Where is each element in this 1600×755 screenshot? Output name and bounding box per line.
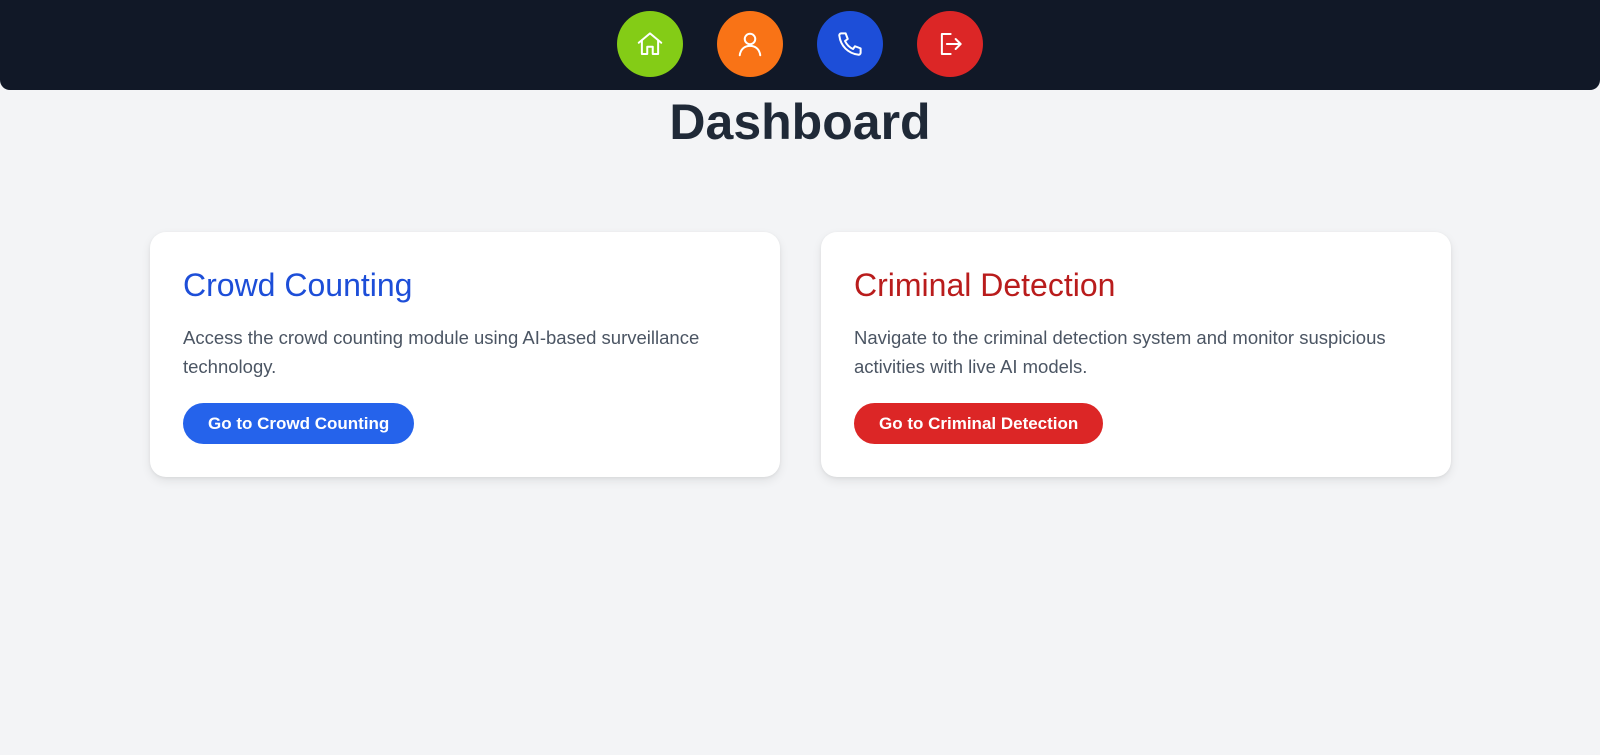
logout-button[interactable]: [917, 11, 983, 77]
card-description: Access the crowd counting module using A…: [183, 327, 700, 377]
logout-icon: [940, 33, 962, 55]
crowd-counting-card: Crowd Counting Access the crowd counting…: [150, 232, 780, 477]
top-navbar: [0, 0, 1600, 90]
page-title: Dashboard: [669, 94, 931, 150]
contact-button[interactable]: [817, 11, 883, 77]
phone-icon: [838, 32, 862, 56]
card-title: Crowd Counting: [183, 267, 413, 303]
criminal-detection-card: Criminal Detection Navigate to the crimi…: [821, 232, 1451, 477]
go-to-crowd-counting-button[interactable]: Go to Crowd Counting: [183, 403, 415, 444]
user-icon: [738, 32, 762, 57]
card-description: Navigate to the criminal detection syste…: [854, 327, 1386, 377]
profile-button[interactable]: [717, 11, 783, 77]
card-title: Criminal Detection: [854, 267, 1116, 303]
home-icon: [637, 32, 663, 55]
go-to-criminal-detection-button[interactable]: Go to Criminal Detection: [854, 403, 1104, 444]
home-button[interactable]: [617, 11, 683, 77]
